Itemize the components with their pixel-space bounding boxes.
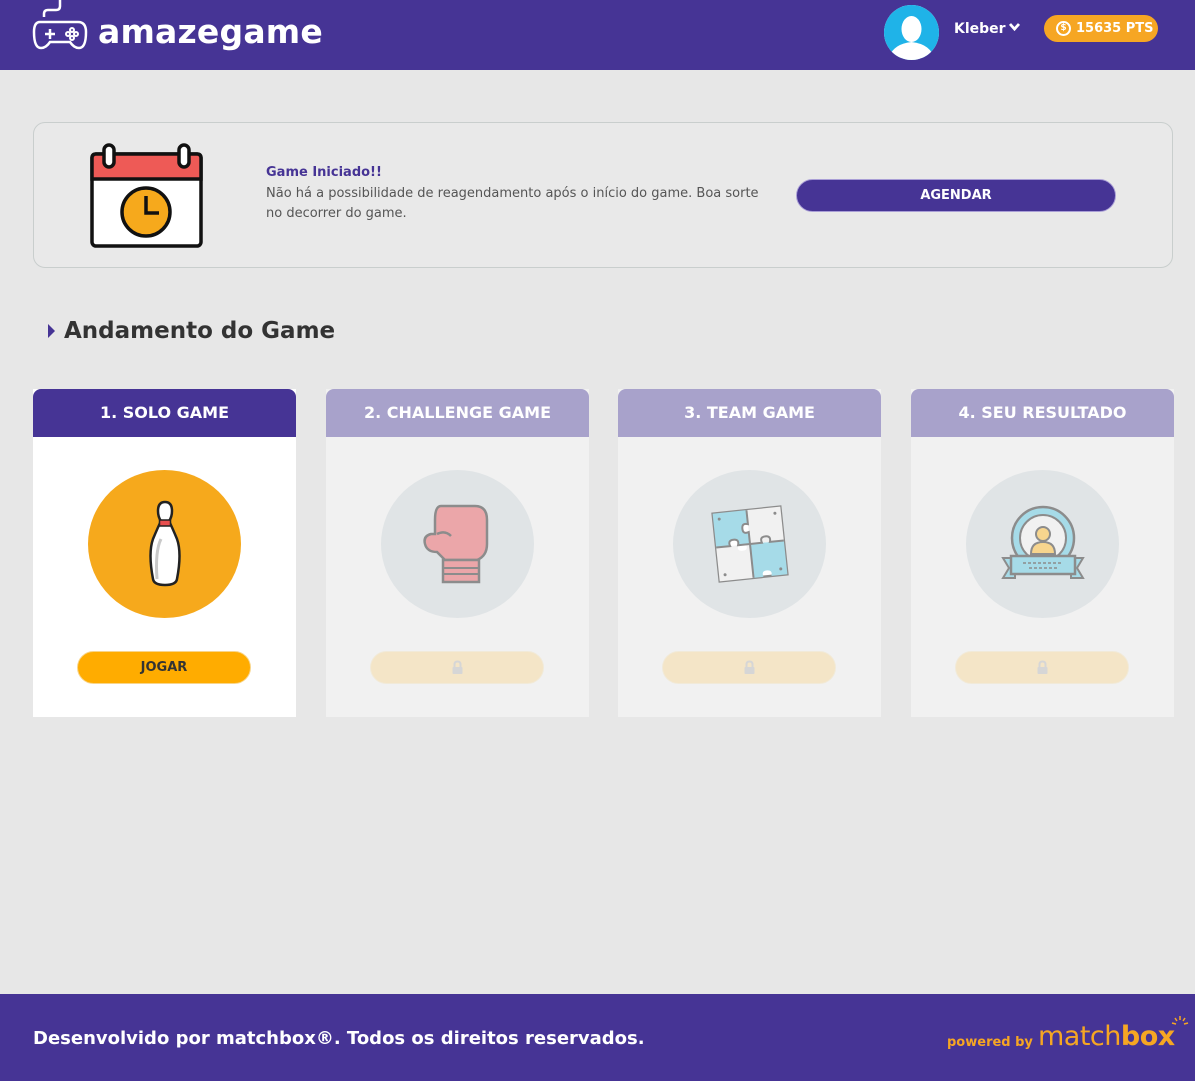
card-title: 1. SOLO GAME [33, 389, 296, 437]
lock-icon [452, 660, 462, 674]
chevron-down-icon[interactable] [1008, 22, 1021, 32]
card-icon-circle [381, 470, 534, 618]
gamepad-icon [32, 0, 88, 50]
points-badge: $ 15635 PTS [1044, 15, 1158, 42]
game-card-solo: 1. SOLO GAME JOGAR [33, 389, 296, 717]
avatar[interactable] [884, 5, 939, 60]
notice-text: Não há a possibilidade de reagendamento … [266, 186, 759, 221]
game-status-card: Game Iniciado!! Não há a possibilidade d… [33, 122, 1173, 268]
play-button[interactable]: JOGAR [77, 651, 251, 684]
lock-icon [1037, 660, 1047, 674]
locked-button [370, 651, 544, 684]
matchbox-logo[interactable]: matchbox [1038, 1016, 1188, 1052]
user-silhouette-icon [884, 5, 939, 60]
lock-icon [744, 660, 754, 674]
card-title: 3. TEAM GAME [618, 389, 881, 437]
card-icon-circle [966, 470, 1119, 618]
powered-by-label: powered by [947, 1035, 1033, 1050]
section-title: Andamento do Game [64, 318, 336, 344]
locked-button [955, 651, 1129, 684]
spark-icon [1171, 1016, 1188, 1025]
card-title: 2. CHALLENGE GAME [326, 389, 589, 437]
award-badge-icon [1000, 505, 1085, 579]
puzzle-icon [710, 505, 789, 583]
locked-button [662, 651, 836, 684]
points-value: 15635 PTS [1076, 21, 1154, 36]
game-card-result: 4. SEU RESULTADO [911, 389, 1174, 717]
card-title: 4. SEU RESULTADO [911, 389, 1174, 437]
notice-title: Game Iniciado!! [266, 165, 382, 180]
section-heading: Andamento do Game [48, 318, 335, 344]
card-icon-circle [673, 470, 826, 618]
page-footer: Desenvolvido por matchbox®. Todos os dir… [0, 994, 1195, 1081]
card-icon-circle [88, 470, 241, 618]
boxing-glove-icon [422, 504, 488, 584]
schedule-button[interactable]: AGENDAR [796, 179, 1116, 212]
top-header: amazegame Kleber $ 15635 PTS [0, 0, 1195, 70]
copyright-text: Desenvolvido por matchbox®. Todos os dir… [33, 1028, 645, 1049]
caret-right-icon [48, 324, 55, 338]
calendar-clock-icon [90, 143, 203, 248]
matchbox-logo-part-a: match [1038, 1021, 1121, 1052]
game-card-team: 3. TEAM GAME [618, 389, 881, 717]
matchbox-logo-part-b: box [1120, 1021, 1175, 1052]
coin-icon: $ [1056, 21, 1071, 36]
bowling-pin-icon [148, 500, 181, 587]
game-card-challenge: 2. CHALLENGE GAME [326, 389, 589, 717]
user-name[interactable]: Kleber [954, 21, 1006, 37]
brand-name: amazegame [98, 12, 323, 51]
